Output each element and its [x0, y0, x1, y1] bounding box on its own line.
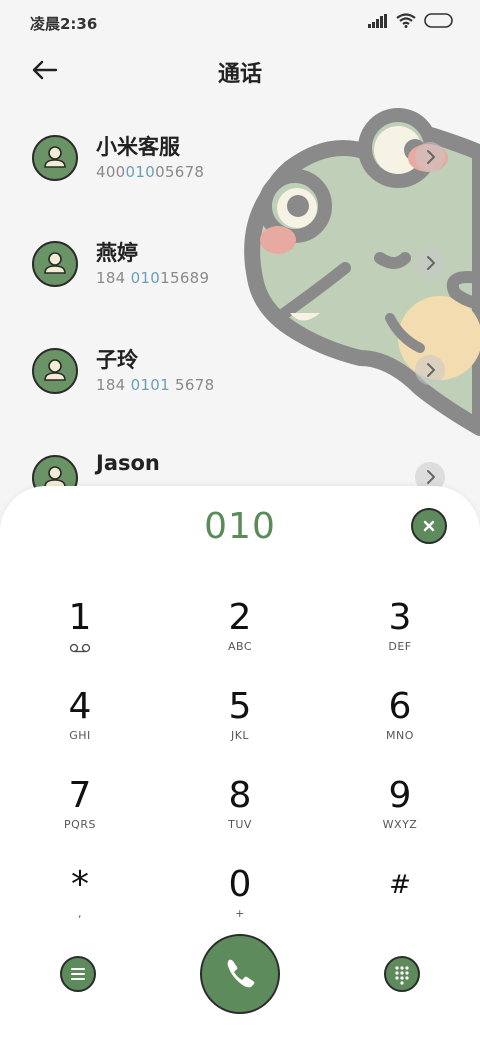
battery-icon — [424, 13, 453, 28]
keypad-toggle-button[interactable] — [384, 956, 420, 992]
page-title: 通话 — [217, 62, 262, 87]
clear-button[interactable] — [411, 508, 447, 544]
voicemail-icon — [69, 643, 91, 653]
dial-key-8[interactable]: 8 TUV — [180, 776, 300, 856]
contact-detail-button[interactable] — [415, 248, 445, 278]
contact-row[interactable]: 小米客服 40001005678 — [0, 135, 480, 235]
dial-key-5[interactable]: 5 JKL — [180, 687, 300, 767]
dialpad-panel: 010 1 2 ABC 3 DEF 4 GHI 5 JKL 6 MNO 7 PQ… — [0, 486, 480, 1046]
close-icon — [423, 520, 435, 532]
dial-key-3[interactable]: 3 DEF — [340, 598, 460, 678]
contact-name: 燕婷 — [96, 241, 138, 265]
dial-key-1[interactable]: 1 — [20, 598, 140, 678]
contact-number: 184 0101 5678 — [96, 376, 215, 394]
menu-icon — [71, 968, 85, 980]
status-time: 凌晨2:36 — [30, 15, 98, 33]
call-button[interactable] — [200, 934, 280, 1014]
contact-row[interactable]: 子玲 184 0101 5678 — [0, 348, 480, 448]
wifi-icon — [396, 13, 416, 28]
person-icon — [44, 146, 66, 168]
contact-number: 184 01015689 — [96, 269, 210, 287]
dialed-number: 010 — [204, 506, 276, 547]
chevron-right-icon — [427, 150, 435, 164]
dial-key-star[interactable]: * , — [20, 865, 140, 945]
chevron-right-icon — [427, 363, 435, 377]
contact-name: 子玲 — [96, 348, 138, 372]
avatar — [32, 241, 78, 287]
signal-icon — [368, 13, 387, 28]
contact-detail-button[interactable] — [415, 355, 445, 385]
header: 通话 — [0, 52, 480, 92]
status-bar: 凌晨2:36 — [0, 0, 480, 44]
avatar — [32, 135, 78, 181]
chevron-right-icon — [427, 256, 435, 270]
menu-button[interactable] — [60, 956, 96, 992]
dial-key-2[interactable]: 2 ABC — [180, 598, 300, 678]
dial-key-7[interactable]: 7 PQRS — [20, 776, 140, 856]
dial-key-9[interactable]: 9 WXYZ — [340, 776, 460, 856]
dial-key-0[interactable]: 0 + — [180, 865, 300, 945]
keypad-icon — [395, 966, 409, 985]
dial-key-hash[interactable]: # — [340, 865, 460, 945]
contact-number: 40001005678 — [96, 163, 205, 181]
person-icon — [44, 359, 66, 381]
status-icons — [368, 13, 454, 28]
dial-key-6[interactable]: 6 MNO — [340, 687, 460, 767]
contact-row[interactable]: 燕婷 184 01015689 — [0, 241, 480, 341]
phone-icon — [227, 959, 255, 988]
avatar — [32, 348, 78, 394]
contact-name: Jason — [96, 451, 160, 475]
contact-name: 小米客服 — [96, 135, 180, 159]
contact-detail-button[interactable] — [415, 142, 445, 172]
dial-key-4[interactable]: 4 GHI — [20, 687, 140, 767]
person-icon — [44, 252, 66, 274]
